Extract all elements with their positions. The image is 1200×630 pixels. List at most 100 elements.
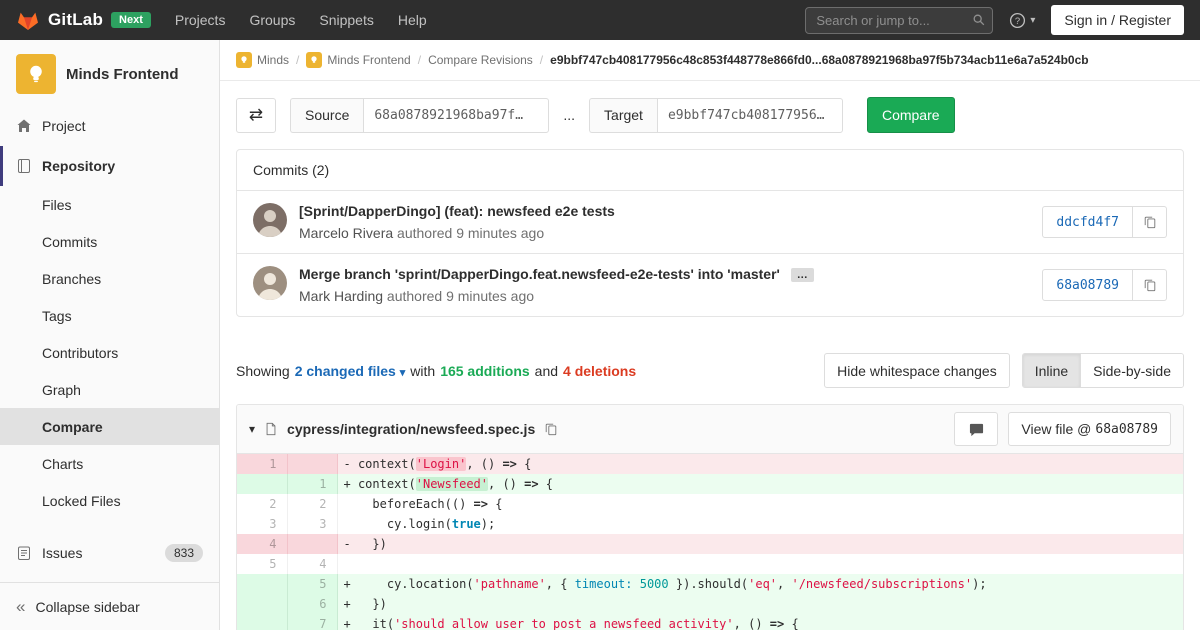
gitlab-home-link[interactable]: GitLab Next <box>16 8 151 32</box>
code-token: , () <box>488 477 524 491</box>
new-line-number[interactable]: 1 <box>287 474 337 494</box>
commit-author-link[interactable]: Marcelo Rivera <box>299 225 393 241</box>
sign-in-button[interactable]: Sign in / Register <box>1051 5 1184 35</box>
code-line: beforeEach(() => { <box>337 494 1183 514</box>
hide-whitespace-button[interactable]: Hide whitespace changes <box>824 353 1010 388</box>
search-icon[interactable] <box>972 13 986 27</box>
code-token: it( <box>358 617 394 630</box>
swap-revisions-button[interactable]: ⇄ <box>236 98 276 133</box>
commit-meta: Mark Harding authored 9 minutes ago <box>299 288 814 304</box>
new-line-number[interactable]: 6 <box>287 594 337 614</box>
collapse-sidebar-button[interactable]: « Collapse sidebar <box>0 582 219 630</box>
commit-title-link[interactable]: Merge branch 'sprint/DapperDingo.feat.ne… <box>299 266 780 282</box>
diff-row: 4- }) <box>237 534 1183 554</box>
code-token: 'eq' <box>748 577 777 591</box>
collapse-diff-caret[interactable]: ▾ <box>249 422 255 436</box>
new-line-number[interactable]: 4 <box>287 554 337 574</box>
target-ref-dropdown[interactable]: e9bbf747cb408177956… <box>657 98 843 133</box>
commit-title-link[interactable]: [Sprint/DapperDingo] (feat): newsfeed e2… <box>299 203 615 219</box>
sidebar-item-charts[interactable]: Charts <box>0 445 219 482</box>
code-token: }) <box>358 597 387 611</box>
source-ref-dropdown[interactable]: 68a0878921968ba97f… <box>363 98 549 133</box>
old-line-number[interactable]: 2 <box>237 494 287 514</box>
commit-message-expander[interactable]: … <box>791 268 814 282</box>
copy-commit-sha-button[interactable] <box>1133 206 1167 238</box>
commit-sha-button[interactable]: ddcfd4f7 <box>1042 206 1133 238</box>
help-dropdown[interactable]: ? ▾ <box>1009 12 1035 29</box>
breadcrumb-group-link[interactable]: Minds <box>236 52 289 68</box>
source-group: Source 68a0878921968ba97f… <box>290 98 549 133</box>
commits-panel-header: Commits (2) <box>237 150 1183 191</box>
project-header-link[interactable]: Minds Frontend <box>0 40 219 106</box>
nav-help[interactable]: Help <box>398 12 427 28</box>
compare-button[interactable]: Compare <box>867 97 955 133</box>
sidebar-item-tags[interactable]: Tags <box>0 297 219 334</box>
code-token: beforeEach(() <box>358 497 474 511</box>
avatar[interactable] <box>253 203 287 237</box>
old-line-number[interactable] <box>237 594 287 614</box>
sidebar-item-locked-files[interactable]: Locked Files <box>0 482 219 519</box>
old-line-number[interactable] <box>237 474 287 494</box>
new-line-number[interactable]: 3 <box>287 514 337 534</box>
diff-sign: - <box>344 537 358 551</box>
copy-commit-sha-button[interactable] <box>1133 269 1167 301</box>
global-search <box>805 7 993 34</box>
new-line-number[interactable]: 2 <box>287 494 337 514</box>
nav-projects[interactable]: Projects <box>175 12 226 28</box>
new-line-number[interactable]: 7 <box>287 614 337 630</box>
sidebar-item-branches[interactable]: Branches <box>0 260 219 297</box>
sidebar-item-project[interactable]: Project <box>0 106 219 146</box>
diff-view-toggle: Inline Side-by-side <box>1022 353 1184 388</box>
nav-groups[interactable]: Groups <box>249 12 295 28</box>
with-text: with <box>410 363 435 379</box>
project-sidebar: Minds Frontend Project Repository Files … <box>0 40 220 630</box>
toggle-comments-button[interactable] <box>954 412 998 446</box>
commit-author-link[interactable]: Mark Harding <box>299 288 383 304</box>
sidebar-item-graph[interactable]: Graph <box>0 371 219 408</box>
gitlab-tanuki-icon <box>16 8 40 32</box>
old-line-number[interactable]: 5 <box>237 554 287 574</box>
project-avatar <box>16 54 56 94</box>
old-line-number[interactable] <box>237 614 287 630</box>
commit-sha-button[interactable]: 68a08789 <box>1042 269 1133 301</box>
breadcrumb-compare-link[interactable]: Compare Revisions <box>428 53 533 67</box>
old-line-number[interactable]: 4 <box>237 534 287 554</box>
old-line-number[interactable] <box>237 574 287 594</box>
sidebar-item-files[interactable]: Files <box>0 186 219 223</box>
new-line-number[interactable] <box>287 534 337 554</box>
code-token: }).should( <box>669 577 748 591</box>
nav-snippets[interactable]: Snippets <box>319 12 373 28</box>
sidebar-item-compare[interactable]: Compare <box>0 408 219 445</box>
file-path-link[interactable]: cypress/integration/newsfeed.spec.js <box>287 421 535 437</box>
avatar[interactable] <box>253 266 287 300</box>
sidebar-item-repository[interactable]: Repository <box>0 146 219 186</box>
diff-row: 33 cy.login(true); <box>237 514 1183 534</box>
code-line: + context('Newsfeed', () => { <box>337 474 1183 494</box>
collapse-icon: « <box>16 598 25 615</box>
view-file-button[interactable]: View file @ 68a08789 <box>1008 412 1171 446</box>
new-line-number[interactable]: 5 <box>287 574 337 594</box>
diff-row: 22 beforeEach(() => { <box>237 494 1183 514</box>
sidebar-item-contributors[interactable]: Contributors <box>0 334 219 371</box>
code-token: { <box>488 497 502 511</box>
old-line-number[interactable]: 3 <box>237 514 287 534</box>
side-by-side-view-button[interactable]: Side-by-side <box>1080 354 1183 387</box>
primary-nav: Projects Groups Snippets Help <box>175 12 427 28</box>
new-line-number[interactable] <box>287 454 337 474</box>
breadcrumb-project-link[interactable]: Minds Frontend <box>306 52 410 68</box>
changed-files-dropdown[interactable]: 2 changed files ▾ <box>295 363 406 379</box>
copy-file-path-button[interactable] <box>544 422 558 436</box>
diff-sign: + <box>344 577 358 591</box>
changed-word: 'Newsfeed' <box>416 477 488 491</box>
old-line-number[interactable]: 1 <box>237 454 287 474</box>
sidebar-item-issues[interactable]: Issues 833 <box>0 533 219 573</box>
source-label: Source <box>290 98 363 133</box>
code-token: => <box>474 497 488 511</box>
inline-view-button[interactable]: Inline <box>1023 354 1080 387</box>
changed-files-label: 2 changed files <box>295 363 396 379</box>
sidebar-item-commits[interactable]: Commits <box>0 223 219 260</box>
code-token: , () <box>466 457 502 471</box>
svg-text:?: ? <box>1015 15 1020 26</box>
issues-icon <box>16 545 32 561</box>
search-input[interactable] <box>805 7 993 34</box>
